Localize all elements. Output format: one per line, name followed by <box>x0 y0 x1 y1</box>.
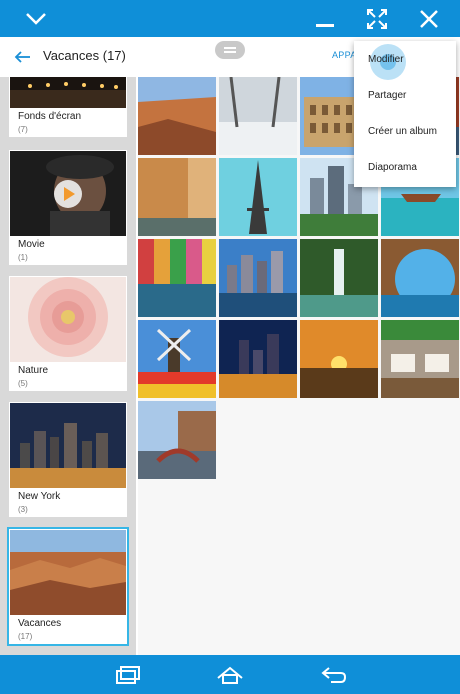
chevron-down-icon[interactable] <box>20 0 52 37</box>
album-item-movie[interactable]: Movie (1) <box>9 150 127 265</box>
album-name: New York <box>18 491 61 502</box>
album-item-fonds-ecran[interactable]: Fonds d'écran (7) <box>9 77 127 137</box>
photo-sea-cave[interactable] <box>381 239 459 317</box>
photo-canyon[interactable] <box>138 77 216 155</box>
photo-windmill-tulips[interactable] <box>138 320 216 398</box>
photo-colorful-canal[interactable] <box>138 239 216 317</box>
album-name: Movie <box>18 239 45 250</box>
album-thumbnail <box>10 530 126 615</box>
fullscreen-icon[interactable] <box>362 0 392 37</box>
album-name: Fonds d'écran <box>18 111 82 122</box>
close-icon[interactable] <box>414 0 444 37</box>
album-thumbnail <box>10 77 126 108</box>
menu-item-modifier[interactable]: Modifier <box>354 42 456 78</box>
page-title: Vacances (17) <box>43 48 126 63</box>
photo-restaurant-terrace[interactable] <box>381 320 459 398</box>
minimize-icon[interactable] <box>310 0 340 37</box>
album-count: (7) <box>18 125 28 134</box>
album-name: Vacances <box>18 618 62 629</box>
menu-item-creer-album[interactable]: Créer un album <box>354 114 456 150</box>
album-count: (3) <box>18 505 28 514</box>
appbar-action-button[interactable]: APPA <box>332 50 357 60</box>
back-icon[interactable] <box>316 655 352 694</box>
navigation-bar <box>0 655 460 694</box>
menu-item-partager[interactable]: Partager <box>354 78 456 114</box>
drag-handle-icon[interactable] <box>215 41 245 59</box>
menu-item-diaporama[interactable]: Diaporama <box>354 150 456 186</box>
album-thumbnail <box>10 403 126 488</box>
photo-bridge-canal[interactable] <box>138 401 216 479</box>
recent-apps-icon[interactable] <box>110 655 146 694</box>
album-count: (17) <box>18 632 33 641</box>
photo-snowy-park[interactable] <box>219 77 297 155</box>
album-list: Fonds d'écran (7) Movie (1) Nature (5) N… <box>0 77 136 655</box>
photo-night-waterfront[interactable] <box>219 320 297 398</box>
home-icon[interactable] <box>212 655 248 694</box>
album-count: (5) <box>18 379 28 388</box>
photo-canal-houses[interactable] <box>138 158 216 236</box>
album-name: Nature <box>18 365 49 376</box>
photo-sunset-beach[interactable] <box>300 320 378 398</box>
album-item-new-york[interactable]: New York (3) <box>9 402 127 517</box>
photo-waterfall[interactable] <box>300 239 378 317</box>
album-item-nature[interactable]: Nature (5) <box>9 276 127 391</box>
window-bar <box>0 0 460 37</box>
album-item-vacances[interactable]: Vacances (17) <box>7 527 129 646</box>
album-count: (1) <box>18 253 28 262</box>
overflow-menu: Modifier Partager Créer un album Diapora… <box>354 41 456 187</box>
album-thumbnail <box>10 151 126 236</box>
photo-harbor-skyline[interactable] <box>219 239 297 317</box>
back-arrow-icon[interactable] <box>12 46 34 68</box>
album-thumbnail <box>10 277 126 362</box>
photo-eiffel-tower[interactable] <box>219 158 297 236</box>
